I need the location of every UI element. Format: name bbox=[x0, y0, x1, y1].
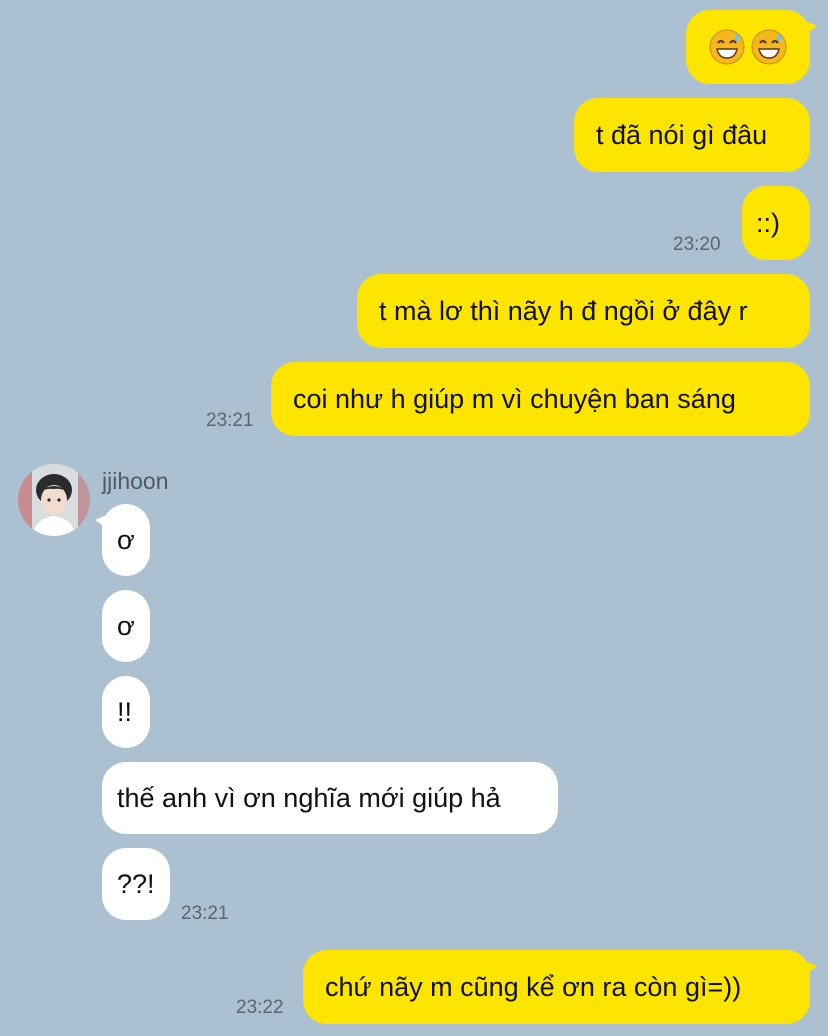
grinning-sweat-face-icon bbox=[751, 29, 787, 65]
message-text: t đã nói gì đâu bbox=[596, 119, 768, 150]
message-bubble-incoming[interactable]: ??! bbox=[102, 848, 170, 920]
message-text: coi như h giúp m vì chuyện ban sáng bbox=[293, 383, 736, 414]
message-text: t mà lơ thì nãy h đ ngồi ở đây r bbox=[379, 295, 748, 326]
sender-name: jjihoon bbox=[102, 468, 169, 494]
message-text: ơ bbox=[117, 610, 135, 641]
message-bubble-incoming[interactable]: !! bbox=[102, 676, 150, 748]
message-text: ơ bbox=[117, 524, 135, 555]
message-timestamp: 23:20 bbox=[673, 234, 721, 255]
message-bubble-outgoing[interactable]: t đã nói gì đâu bbox=[574, 98, 810, 172]
contact-avatar[interactable] bbox=[18, 464, 90, 536]
message-bubble-incoming[interactable]: thế anh vì ơn nghĩa mới giúp hả bbox=[102, 762, 558, 834]
message-bubble-outgoing[interactable]: chứ nãy m cũng kể ơn ra còn gì=)) bbox=[303, 950, 817, 1024]
message-bubble-outgoing[interactable]: ::) bbox=[742, 186, 810, 260]
message-timestamp: 23:22 bbox=[236, 997, 284, 1018]
message-timestamp: 23:21 bbox=[181, 903, 229, 924]
message-text: thế anh vì ơn nghĩa mới giúp hả bbox=[117, 782, 501, 813]
message-text: ??! bbox=[117, 868, 155, 899]
grinning-sweat-face-icon bbox=[709, 29, 745, 65]
profile-photo-icon bbox=[18, 464, 90, 536]
message-bubble-outgoing[interactable]: t mà lơ thì nãy h đ ngồi ở đây r bbox=[357, 274, 810, 348]
message-bubble-incoming[interactable]: ơ bbox=[95, 504, 150, 576]
message-bubble-incoming[interactable]: ơ bbox=[102, 590, 150, 662]
message-text: ::) bbox=[756, 207, 780, 238]
emoji-group bbox=[708, 28, 788, 66]
message-timestamp: 23:21 bbox=[206, 410, 254, 431]
message-text: chứ nãy m cũng kể ơn ra còn gì=)) bbox=[325, 971, 742, 1002]
message-bubble-outgoing[interactable]: coi như h giúp m vì chuyện ban sáng bbox=[271, 362, 810, 436]
message-text: !! bbox=[117, 696, 133, 727]
message-bubble-outgoing[interactable] bbox=[686, 10, 817, 84]
